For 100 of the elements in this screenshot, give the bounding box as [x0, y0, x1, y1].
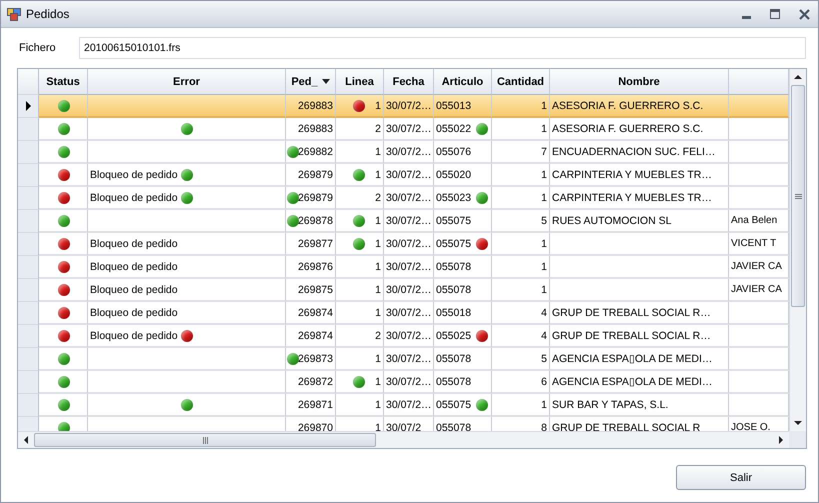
table-cell: Bloqueo de pedido	[88, 279, 286, 302]
table-cell: 2	[336, 325, 384, 348]
row-header	[18, 233, 39, 256]
table-cell: 055018	[434, 302, 492, 325]
table-cell: 1	[336, 302, 384, 325]
table-row[interactable]: 269872 1 30/07/2… 055078 6 AGENCIA ESPA▯OLA DE MEDI…	[18, 371, 789, 394]
row-pointer-icon	[26, 101, 30, 111]
maximize-icon[interactable]	[767, 7, 783, 21]
table-cell: 30/07/2…	[384, 141, 434, 164]
table-cell: RUES AUTOMOCION SL	[550, 210, 729, 233]
table-cell: 2	[336, 118, 384, 141]
close-icon[interactable]	[796, 7, 812, 21]
table-cell: 1	[492, 95, 550, 118]
table-cell: ASESORIA F. GUERRERO S.C.	[550, 118, 729, 141]
row-header	[18, 187, 39, 210]
table-row[interactable]: Bloqueo de pedido 269875 1 30/07/2… 055078 1 JAVIER CA	[18, 279, 789, 302]
table-cell: 055076	[434, 141, 492, 164]
table-cell: 1	[336, 348, 384, 371]
table-cell: GRUP DE TREBALL SOCIAL R…	[550, 302, 729, 325]
table-row[interactable]: Bloqueo de pedido 269876 1 30/07/2… 055078 1 JAVIER CA	[18, 256, 789, 279]
table-row[interactable]: 269883 2 30/07/2… 055022 1 ASESORIA F. GUERRERO S.C.	[18, 118, 789, 141]
column-header[interactable]: Fecha	[384, 69, 434, 95]
table-row[interactable]: Bloqueo de pedido 269879 2 30/07/2… 055023 1 CARPINTERIA Y MUEBLES TR…	[18, 187, 789, 210]
table-cell: 30/07/2…	[384, 348, 434, 371]
table-row[interactable]: 269878 1 30/07/2… 055075 5 RUES AUTOMOCION SL Ana Belen	[18, 210, 789, 233]
table-cell: GRUP DE TREBALL SOCIAL R…	[550, 325, 729, 348]
table-cell: CARPINTERIA Y MUEBLES TR…	[550, 187, 729, 210]
table-cell: 055078	[434, 256, 492, 279]
table-cell: 7	[492, 141, 550, 164]
window-title: Pedidos	[26, 7, 70, 21]
field-label: Fichero	[18, 42, 57, 54]
table-cell: 269879	[286, 164, 336, 187]
window-icon	[7, 8, 21, 20]
table-cell: 055078	[434, 371, 492, 394]
table-cell: 30/07/2…	[384, 371, 434, 394]
row-header	[18, 256, 39, 279]
scroll-left-icon[interactable]	[24, 436, 28, 444]
table-cell: 1	[336, 279, 384, 302]
table-cell: AGENCIA ESPA▯OLA DE MEDI…	[550, 348, 729, 371]
table-cell: 30/07/2…	[384, 256, 434, 279]
table-cell: ASESORIA F. GUERRERO S.C.	[550, 95, 729, 118]
row-header	[18, 371, 39, 394]
table-cell: 4	[492, 302, 550, 325]
table-cell: 30/07/2…	[384, 118, 434, 141]
table-cell: 30/07/2…	[384, 95, 434, 118]
table-cell: 1	[492, 256, 550, 279]
table-cell: Bloqueo de pedido	[88, 233, 286, 256]
table-row[interactable]: Bloqueo de pedido 269877 1 30/07/2… 055075 1 VICENT T	[18, 233, 789, 256]
table-cell: 2	[336, 187, 384, 210]
table-cell: 30/07/2…	[384, 233, 434, 256]
table-cell: 30/07/2…	[384, 210, 434, 233]
table-cell: 269872	[286, 371, 336, 394]
table-row[interactable]: 269871 1 30/07/2… 055075 1 SUR BAR Y TAPAS, S.L.	[18, 394, 789, 417]
column-header[interactable]: Status	[39, 69, 88, 95]
row-header	[18, 210, 39, 233]
scroll-up-icon[interactable]	[794, 75, 802, 79]
column-header[interactable]: Cantidad	[492, 69, 550, 95]
table-cell: 269874	[286, 302, 336, 325]
table-row[interactable]: Bloqueo de pedido 269874 1 30/07/2… 055018 4 GRUP DE TREBALL SOCIAL R…	[18, 302, 789, 325]
table-cell: 5	[492, 348, 550, 371]
exit-button[interactable]: Salir	[676, 465, 806, 490]
scroll-thumb[interactable]	[34, 433, 376, 447]
table-cell: 30/07/2…	[384, 394, 434, 417]
table-row[interactable]: 269883 1 30/07/2… 055013 1 ASESORIA F. GUERRERO S.C.	[18, 95, 789, 118]
scroll-down-icon[interactable]	[794, 421, 802, 425]
table-cell: Bloqueo de pedido	[88, 256, 286, 279]
file-field[interactable]: 20100615010101.frs	[79, 37, 806, 59]
column-header[interactable]: Linea	[336, 69, 384, 95]
row-header	[18, 141, 39, 164]
table-cell: 6	[492, 371, 550, 394]
table-cell: 269871	[286, 394, 336, 417]
table-row[interactable]: 269882 1 30/07/2… 055076 7 ENCUADERNACION SUC. FELI…	[18, 141, 789, 164]
table-cell: 30/07/2…	[384, 187, 434, 210]
row-header	[18, 164, 39, 187]
table-cell: AGENCIA ESPA▯OLA DE MEDI…	[550, 371, 729, 394]
scroll-right-icon[interactable]	[779, 436, 783, 444]
table-row[interactable]: 269873 1 30/07/2… 055078 5 AGENCIA ESPA▯OLA DE MEDI…	[18, 348, 789, 371]
column-header[interactable]: Articulo	[434, 69, 492, 95]
table-cell: 055013	[434, 95, 492, 118]
table-cell: 1	[492, 164, 550, 187]
row-header	[18, 302, 39, 325]
table-cell: ENCUADERNACION SUC. FELI…	[550, 141, 729, 164]
row-header	[18, 325, 39, 348]
table-cell: 1	[492, 279, 550, 302]
table-cell: 4	[492, 325, 550, 348]
scroll-thumb[interactable]	[791, 85, 805, 307]
column-header[interactable]: Nombre	[550, 69, 729, 95]
table-cell: 055020	[434, 164, 492, 187]
vertical-scrollbar[interactable]	[789, 69, 806, 431]
table-cell: 1	[492, 118, 550, 141]
column-header[interactable]: Ped_	[286, 69, 336, 95]
table-cell: 1	[336, 394, 384, 417]
column-header[interactable]: Error	[88, 69, 286, 95]
table-cell: CARPINTERIA Y MUEBLES TR…	[550, 164, 729, 187]
table-cell: 1	[492, 187, 550, 210]
table-cell: 30/07/2…	[384, 302, 434, 325]
table-row[interactable]: Bloqueo de pedido 269879 1 30/07/2… 055020 1 CARPINTERIA Y MUEBLES TR…	[18, 164, 789, 187]
horizontal-scrollbar[interactable]	[18, 431, 789, 448]
table-cell: 269883	[286, 95, 336, 118]
table-row[interactable]: Bloqueo de pedido 269874 2 30/07/2… 055025 4 GRUP DE TREBALL SOCIAL R…	[18, 325, 789, 348]
